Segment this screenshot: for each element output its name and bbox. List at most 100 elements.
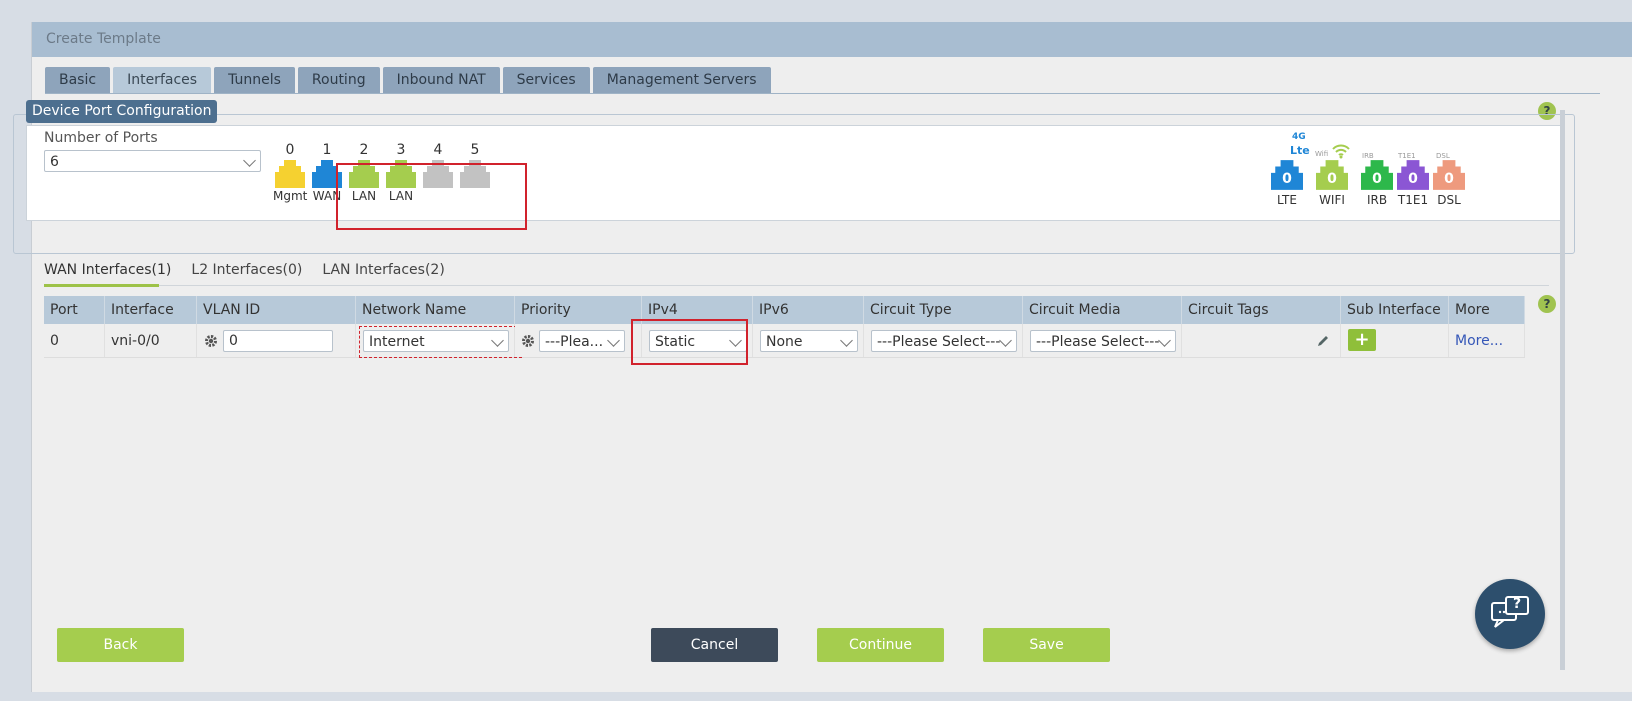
pencil-icon[interactable] [1316,334,1330,348]
col-priority: Priority [514,296,642,324]
num-ports-label: Number of Ports [44,130,158,146]
tab-tunnels[interactable]: Tunnels [214,67,295,93]
continue-button[interactable]: Continue [817,628,944,662]
t1e1-badge: T1E1 [1398,152,1416,160]
lte-label: LTE [1277,193,1297,207]
port-config-legend: Device Port Configuration [26,100,218,123]
tab-inbound-nat[interactable]: Inbound NAT [382,67,500,93]
cell-interface: vni-0/0 [104,324,197,358]
dialog-title: Create Template [32,22,1632,57]
dsl-badge: DSL [1436,152,1450,160]
col-port: Port [44,296,105,324]
dsl-count: 0 [1444,171,1454,187]
circuit-media-value: ---Please Select--- [1036,334,1160,350]
cell-circuit-type: ---Please Select--- [863,324,1023,358]
selection-marker [359,326,522,358]
wifi-icon [1332,144,1350,159]
tab-management-servers[interactable]: Management Servers [592,67,771,93]
ports-highlight [336,163,527,230]
add-sub-interface-button[interactable]: + [1348,329,1376,351]
chevron-down-icon [607,334,620,347]
port-label: Mgmt [273,189,308,203]
more-link[interactable]: More... [1455,333,1503,349]
port-number: 3 [396,142,406,158]
cell-port: 0 [44,324,105,358]
cell-circuit-tags [1181,324,1341,358]
t1e1-label: T1E1 [1397,193,1429,207]
subtab-wan[interactable]: WAN Interfaces(1) [44,262,171,286]
vlan-id-input[interactable]: 0 [223,330,333,352]
chevron-down-icon [1158,334,1171,347]
col-more: More [1448,296,1525,324]
chevron-down-icon [243,154,256,167]
subtab-divider [44,285,1549,286]
question-mark-icon: ? [1513,596,1522,612]
priority-value: ---Plea... [545,334,604,350]
tab-bar: Basic Interfaces Tunnels Routing Inbound… [45,67,771,93]
col-circuit-tags: Circuit Tags [1181,296,1341,324]
port-config-panel: Number of Ports 6 0 Mgmt 1 WAN 2 LAN 3 L… [26,125,1565,221]
tab-divider [45,93,1600,94]
circuit-media-select[interactable]: ---Please Select--- [1030,330,1176,352]
circuit-type-value: ---Please Select--- [877,334,1001,350]
priority-select[interactable]: ---Plea... [539,330,625,352]
port-number: 2 [359,142,369,158]
cell-vlan-id: 0 [196,324,356,358]
chevron-down-icon [840,334,853,347]
cell-more: More... [1448,324,1525,358]
subtab-l2[interactable]: L2 Interfaces(0) [191,262,302,286]
tab-interfaces[interactable]: Interfaces [113,67,212,93]
subtab-active-indicator [44,284,159,287]
tab-basic[interactable]: Basic [45,67,111,93]
ipv6-select[interactable]: None [760,330,858,352]
port-number: 0 [285,142,295,158]
dsl-label: DSL [1437,193,1461,207]
table-header: Port Interface VLAN ID Network Name Prio… [44,296,1525,324]
ipv4-highlight [631,319,748,365]
ipv6-value: None [766,334,803,350]
back-button[interactable]: Back [57,628,184,662]
chat-support-button[interactable]: ? [1475,579,1545,649]
chat-bubble-icon [1491,596,1529,628]
t1e1-count: 0 [1408,171,1418,187]
circuit-type-select[interactable]: ---Please Select--- [871,330,1017,352]
tab-routing[interactable]: Routing [297,67,380,93]
subtab-lan[interactable]: LAN Interfaces(2) [322,262,444,286]
lte-count: 0 [1282,171,1292,187]
irb-label: IRB [1366,193,1388,207]
lte-badge-text: Lte [1290,144,1310,157]
wifi-count: 0 [1327,171,1337,187]
col-interface: Interface [104,296,197,324]
tab-services[interactable]: Services [502,67,590,93]
scrollbar[interactable] [1560,110,1565,670]
cell-ipv6: None [752,324,864,358]
help-icon[interactable]: ? [1538,295,1556,313]
cell-circuit-media: ---Please Select--- [1022,324,1182,358]
chevron-down-icon [999,334,1012,347]
cancel-button[interactable]: Cancel [651,628,778,662]
port-number: 5 [470,142,480,158]
num-ports-select[interactable]: 6 [44,150,261,172]
wifi-badge: Wifi [1315,150,1329,158]
col-sub-interface: Sub Interface [1340,296,1449,324]
col-network-name: Network Name [355,296,515,324]
irb-badge: IRB [1362,152,1374,160]
save-button[interactable]: Save [983,628,1110,662]
irb-count: 0 [1372,171,1382,187]
col-vlan-id: VLAN ID [196,296,356,324]
cell-priority: ---Plea... [514,324,642,358]
cell-sub-interface: + [1340,324,1449,358]
col-ipv6: IPv6 [752,296,864,324]
interface-subtabs: WAN Interfaces(1) L2 Interfaces(0) LAN I… [44,262,445,286]
num-ports-value: 6 [50,154,59,170]
col-circuit-media: Circuit Media [1022,296,1182,324]
lte-badge: 4G [1292,132,1306,142]
port-number: 1 [322,142,332,158]
wan-interfaces-table: Port Interface VLAN ID Network Name Prio… [44,296,1525,358]
wifi-label: WIFI [1319,193,1345,207]
ethernet-port-icon [275,160,305,188]
port-number: 4 [433,142,443,158]
gear-icon[interactable] [204,334,218,348]
table-row: 0 vni-0/0 0 Internet ---Plea... Static N… [44,324,1525,358]
gear-icon[interactable] [521,334,535,348]
